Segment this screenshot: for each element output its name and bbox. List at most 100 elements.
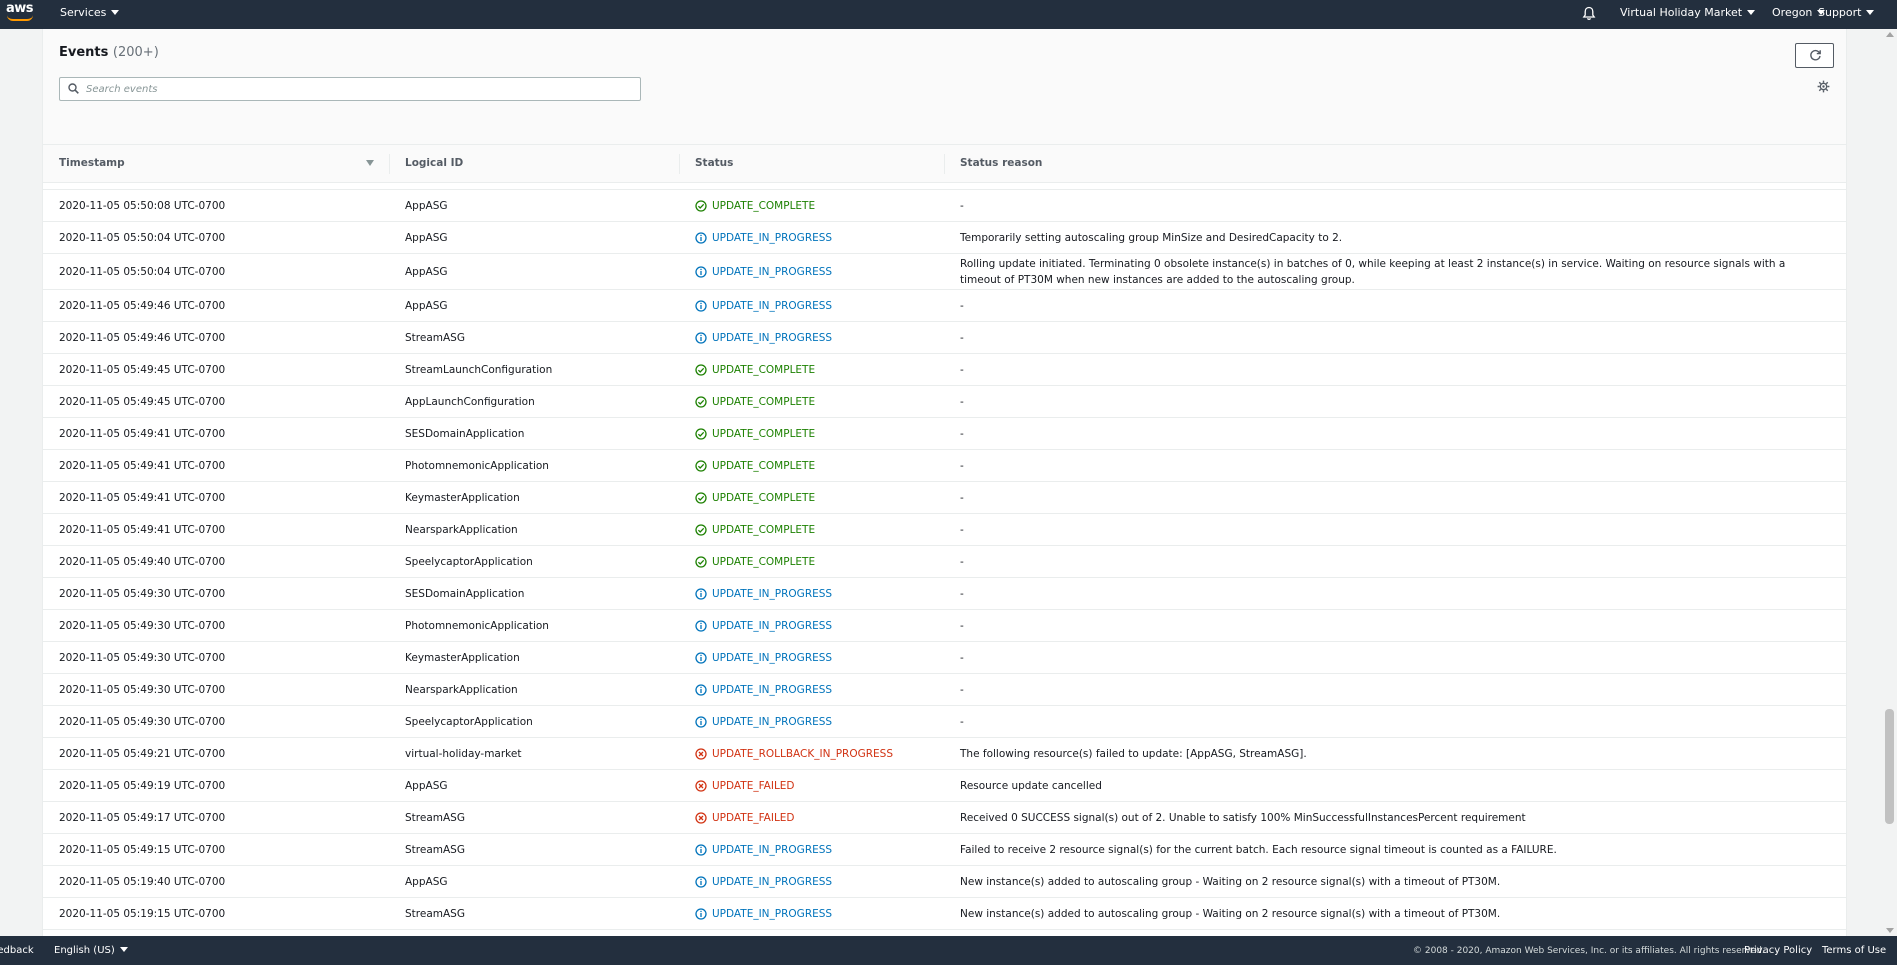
table-row: 2020-11-05 05:50:08 UTC-0700 AppASG UPDATE… xyxy=(43,190,1846,222)
column-header-timestamp[interactable]: Timestamp xyxy=(59,145,125,182)
region-label: Oregon xyxy=(1772,6,1813,19)
status-cell: UPDATE_IN_PROGRESS xyxy=(695,898,945,929)
terms-of-use-link[interactable]: Terms of Use xyxy=(1822,945,1886,956)
timestamp-cell: 2020-11-05 05:50:08 UTC-0700 xyxy=(59,199,226,212)
scroll-down-icon[interactable] xyxy=(1886,928,1894,933)
copyright-text: © 2008 - 2020, Amazon Web Services, Inc.… xyxy=(1413,946,1765,956)
search-icon xyxy=(68,83,79,94)
language-selector[interactable]: English (US) xyxy=(54,945,128,956)
logical-id-cell: NearsparkApplication xyxy=(405,523,518,536)
support-menu[interactable]: Support xyxy=(1818,6,1875,19)
timestamp-cell: 2020-11-05 05:49:41 UTC-0700 xyxy=(59,523,226,536)
status-reason-text: - xyxy=(960,363,964,376)
table-row: 2020-11-05 05:49:30 UTC-0700 Photomnemoni… xyxy=(43,610,1846,642)
status-cell: UPDATE_COMPLETE xyxy=(695,418,945,449)
bell-icon[interactable] xyxy=(1582,6,1596,21)
status-reason-cell: - xyxy=(960,418,1820,449)
check-circle-icon xyxy=(695,395,707,408)
check-circle-icon xyxy=(695,523,707,536)
support-label: Support xyxy=(1818,6,1862,19)
status-text: UPDATE_IN_PROGRESS xyxy=(712,619,833,632)
status-reason-cell: - xyxy=(960,482,1820,513)
search-input[interactable] xyxy=(86,81,626,97)
refresh-icon xyxy=(1810,49,1821,61)
events-count: (200+) xyxy=(112,45,159,60)
status-reason-text: The following resource(s) failed to upda… xyxy=(960,747,1307,760)
status-text: UPDATE_IN_PROGRESS xyxy=(712,587,833,600)
status-reason-cell: Failed to receive 2 resource signal(s) f… xyxy=(960,834,1820,865)
status-reason-text: Temporarily setting autoscaling group Mi… xyxy=(960,231,1343,244)
info-circle-icon xyxy=(695,299,707,312)
status-text: UPDATE_COMPLETE xyxy=(712,395,816,408)
status-reason-cell: - xyxy=(960,546,1820,577)
column-divider[interactable] xyxy=(389,154,390,174)
logical-id-cell: StreamASG xyxy=(405,811,465,824)
logical-id-cell: SpeelycaptorApplication xyxy=(405,555,533,568)
status-text: UPDATE_FAILED xyxy=(712,779,795,792)
table-row: 2020-11-05 05:49:46 UTC-0700 StreamASG UPD… xyxy=(43,322,1846,354)
status-cell: UPDATE_FAILED xyxy=(695,770,945,801)
status-reason-cell: - xyxy=(960,642,1820,673)
feedback-link[interactable]: Feedback xyxy=(0,945,34,956)
column-divider[interactable] xyxy=(679,154,680,174)
info-circle-icon xyxy=(695,619,707,632)
status-cell: UPDATE_COMPLETE xyxy=(695,450,945,481)
refresh-button[interactable] xyxy=(1795,43,1834,68)
gear-icon[interactable] xyxy=(1817,80,1830,93)
privacy-policy-link[interactable]: Privacy Policy xyxy=(1744,945,1812,956)
info-circle-icon xyxy=(695,875,707,888)
table-row: 2020-11-05 05:19:40 UTC-0700 AppASG UPDATE… xyxy=(43,866,1846,898)
status-text: UPDATE_IN_PROGRESS xyxy=(712,331,833,344)
status-reason-text: New instance(s) added to autoscaling gro… xyxy=(960,907,1501,920)
status-text: UPDATE_COMPLETE xyxy=(712,555,816,568)
column-header-status-reason[interactable]: Status reason xyxy=(960,145,1042,182)
logical-id-cell: StreamASG xyxy=(405,843,465,856)
status-cell: UPDATE_IN_PROGRESS xyxy=(695,610,945,641)
check-circle-icon xyxy=(695,427,707,440)
status-reason-cell: - xyxy=(960,706,1820,737)
scroll-thumb[interactable] xyxy=(1885,709,1894,824)
status-reason-cell: New instance(s) added to autoscaling gro… xyxy=(960,866,1820,897)
column-header-logical-id[interactable]: Logical ID xyxy=(405,145,463,182)
info-circle-icon xyxy=(695,651,707,664)
table-row: 2020-11-05 05:49:30 UTC-0700 SESDomainApp… xyxy=(43,578,1846,610)
info-circle-icon xyxy=(695,587,707,600)
info-circle-icon xyxy=(695,331,707,344)
sort-descending-icon[interactable] xyxy=(366,160,374,166)
status-reason-cell: Resource update cancelled xyxy=(960,770,1820,801)
aws-smile-icon xyxy=(7,15,33,21)
table-row: 2020-11-05 05:50:04 UTC-0700 AppASG UPDATE… xyxy=(43,254,1846,290)
page-scrollbar[interactable] xyxy=(1882,29,1897,936)
timestamp-cell: 2020-11-05 05:49:30 UTC-0700 xyxy=(59,587,226,600)
services-menu[interactable]: Services xyxy=(60,6,120,19)
events-title-text: Events xyxy=(59,45,109,60)
logical-id-cell: AppASG xyxy=(405,199,448,212)
status-reason-cell: New instance(s) added to autoscaling gro… xyxy=(960,898,1820,929)
chevron-down-icon xyxy=(1747,10,1756,15)
status-text: UPDATE_COMPLETE xyxy=(712,491,816,504)
logical-id-cell: NearsparkApplication xyxy=(405,683,518,696)
x-circle-icon xyxy=(695,779,707,792)
search-events-field[interactable] xyxy=(59,77,641,101)
status-reason-cell: - xyxy=(960,578,1820,609)
status-reason-cell: - xyxy=(960,290,1820,321)
logical-id-cell: SpeelycaptorApplication xyxy=(405,715,533,728)
info-circle-icon xyxy=(695,907,707,920)
status-text: UPDATE_COMPLETE xyxy=(712,459,816,472)
events-panel: Events (200+) 2020-11-05 05:50:21 UTC-07… xyxy=(42,29,1847,936)
account-menu[interactable]: Virtual Holiday Market xyxy=(1620,6,1756,19)
timestamp-cell: 2020-11-05 05:50:04 UTC-0700 xyxy=(59,231,226,244)
check-circle-icon xyxy=(695,555,707,568)
aws-logo[interactable]: aws xyxy=(6,1,36,24)
status-text: UPDATE_COMPLETE xyxy=(712,427,816,440)
timestamp-cell: 2020-11-05 05:50:04 UTC-0700 xyxy=(59,265,226,278)
events-table-body: 2020-11-05 05:50:21 UTC-0700StreamASGUPD… xyxy=(43,156,1846,930)
scroll-up-icon[interactable] xyxy=(1886,32,1894,37)
chevron-down-icon xyxy=(111,10,120,15)
column-header-status[interactable]: Status xyxy=(695,145,733,182)
status-reason-cell: - xyxy=(960,190,1820,221)
column-divider[interactable] xyxy=(944,154,945,174)
status-text: UPDATE_IN_PROGRESS xyxy=(712,907,833,920)
status-text: UPDATE_COMPLETE xyxy=(712,523,816,536)
table-row: 2020-11-05 05:49:46 UTC-0700 AppASG UPDATE… xyxy=(43,290,1846,322)
